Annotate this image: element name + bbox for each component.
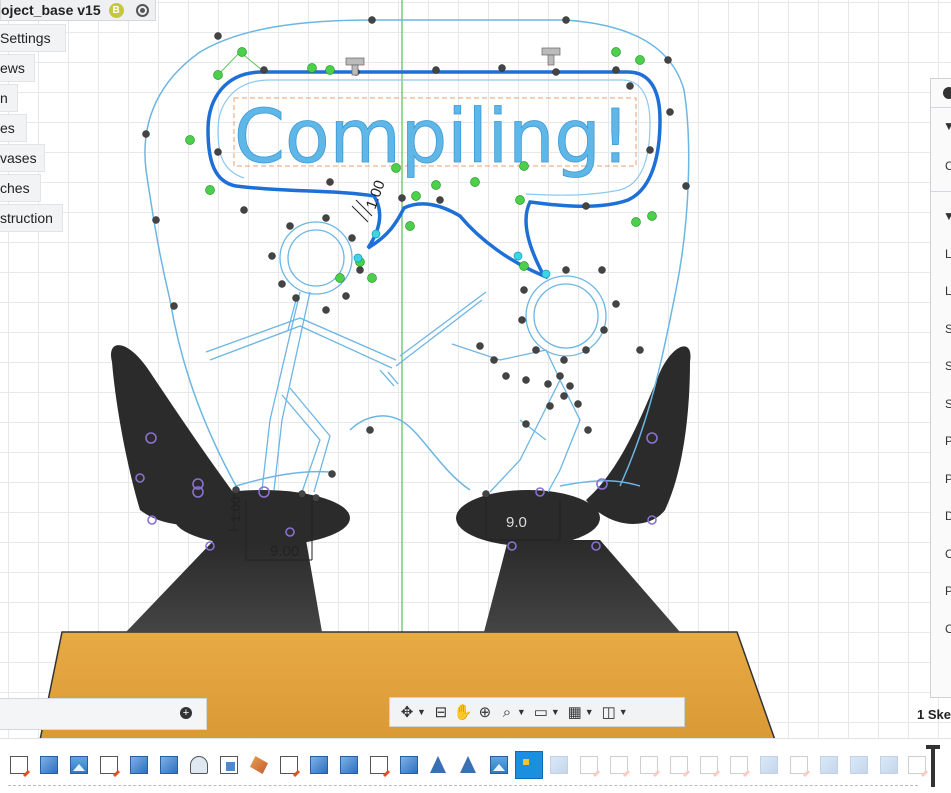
panel-options-icon[interactable] bbox=[943, 87, 951, 99]
browser-node-label: ches bbox=[0, 180, 30, 196]
browser-node-settings[interactable]: Settings bbox=[0, 24, 66, 52]
panel-row[interactable]: P bbox=[945, 584, 951, 598]
timeline-mirror-icon[interactable] bbox=[460, 756, 476, 773]
chevron-down-icon[interactable]: ▼ bbox=[417, 707, 426, 717]
design-canvas[interactable]: 9.00 9.0 1.00 1.00 Compiling! bbox=[0, 0, 951, 792]
panel-row[interactable]: C bbox=[945, 547, 951, 561]
browser-node-origin[interactable]: n bbox=[0, 84, 18, 112]
zoom-icon[interactable]: ⊕ bbox=[474, 701, 496, 723]
timeline-sketch-icon[interactable] bbox=[10, 756, 28, 774]
panel-row[interactable]: D bbox=[945, 509, 951, 523]
dim-left-bottom[interactable]: 9.00 bbox=[270, 543, 299, 560]
timeline-suppressed-icon[interactable] bbox=[640, 756, 658, 774]
browser-node-label: struction bbox=[0, 210, 53, 226]
panel-row[interactable]: S bbox=[945, 322, 951, 336]
timeline-extrude-icon[interactable] bbox=[310, 756, 328, 774]
timeline-extrude-icon[interactable] bbox=[400, 756, 418, 774]
timeline-sketch-icon[interactable] bbox=[370, 756, 388, 774]
timeline-extrude-icon[interactable] bbox=[160, 756, 178, 774]
chevron-down-icon[interactable]: ▼ bbox=[551, 707, 560, 717]
panel-row[interactable]: L bbox=[945, 284, 951, 298]
timeline-suppressed-icon[interactable] bbox=[670, 756, 688, 774]
disc-right[interactable] bbox=[456, 490, 600, 546]
browser-node-canvases[interactable]: vases bbox=[0, 144, 45, 172]
timeline-active-sketch-icon[interactable] bbox=[515, 751, 543, 779]
fit-icon[interactable]: ⌕ bbox=[496, 701, 518, 723]
timeline-suppressed-icon[interactable] bbox=[550, 756, 568, 774]
timeline-shell-icon[interactable] bbox=[190, 756, 208, 774]
panel-row[interactable]: C bbox=[945, 159, 951, 173]
status-badge-icon: B bbox=[108, 2, 124, 18]
timeline-marker[interactable] bbox=[926, 745, 940, 787]
panel-row[interactable]: S bbox=[945, 359, 951, 373]
timeline-canvas-icon[interactable] bbox=[70, 756, 88, 774]
outer-bubble-sketch[interactable] bbox=[144, 19, 690, 491]
timeline-sketch-icon[interactable] bbox=[280, 756, 298, 774]
timeline-canvas-icon[interactable] bbox=[490, 756, 508, 774]
dim-vertical[interactable]: 1.00 bbox=[363, 178, 389, 211]
panel-row[interactable]: S bbox=[945, 397, 951, 411]
browser-node-label: vases bbox=[0, 150, 37, 166]
timeline-extrude-icon[interactable] bbox=[40, 756, 58, 774]
antler-right[interactable] bbox=[586, 346, 691, 524]
timeline-combine-icon[interactable] bbox=[220, 756, 238, 774]
timeline[interactable] bbox=[0, 738, 951, 793]
browser-node-sketches[interactable]: ches bbox=[0, 174, 41, 202]
timeline-suppressed-icon[interactable] bbox=[850, 756, 868, 774]
display-settings-icon[interactable]: ▭ bbox=[530, 701, 552, 723]
browser-node-bodies[interactable]: es bbox=[0, 114, 27, 142]
comments-bar[interactable]: + bbox=[0, 698, 207, 730]
dim-right-bottom[interactable]: 9.0 bbox=[506, 514, 527, 531]
timeline-extrude-icon[interactable] bbox=[130, 756, 148, 774]
look-at-icon[interactable]: ⊟ bbox=[430, 701, 452, 723]
timeline-suppressed-icon[interactable] bbox=[820, 756, 838, 774]
panel-row[interactable]: L bbox=[945, 247, 951, 261]
browser-node-label: ews bbox=[0, 60, 25, 76]
timeline-sketch-icon[interactable] bbox=[100, 756, 118, 774]
panel-row[interactable]: C bbox=[945, 622, 951, 636]
panel-row[interactable]: P bbox=[945, 434, 951, 448]
timeline-suppressed-icon[interactable] bbox=[580, 756, 598, 774]
chevron-down-icon[interactable]: ▼ bbox=[619, 707, 628, 717]
dim-left-side[interactable]: 1.00 bbox=[228, 497, 243, 522]
stand-right[interactable] bbox=[484, 540, 680, 632]
record-icon[interactable] bbox=[135, 3, 149, 17]
timeline-suppressed-icon[interactable] bbox=[760, 756, 778, 774]
timeline-suppressed-icon[interactable] bbox=[700, 756, 718, 774]
browser-node-views[interactable]: ews bbox=[0, 54, 35, 82]
sketch-points-dark[interactable] bbox=[142, 16, 690, 502]
sketch-palette-label: 1 Ske bbox=[917, 707, 951, 722]
document-title: oject_base v15 bbox=[1, 2, 101, 18]
sketch-palette-panel[interactable]: ▼ C ▼ L L S S S P P D C P C bbox=[930, 78, 951, 698]
disc-left[interactable] bbox=[174, 490, 350, 546]
collapse-icon[interactable]: ▼ bbox=[943, 209, 951, 223]
sketch-text-compiling[interactable]: Compiling! bbox=[234, 94, 631, 181]
document-tab[interactable]: oject_base v15 B bbox=[0, 0, 156, 21]
timeline-mirror-icon[interactable] bbox=[430, 756, 446, 773]
pan-hand-icon[interactable]: ✋ bbox=[452, 701, 474, 723]
timeline-extrude-icon[interactable] bbox=[340, 756, 358, 774]
timeline-suppressed-icon[interactable] bbox=[730, 756, 748, 774]
timeline-suppressed-icon[interactable] bbox=[880, 756, 898, 774]
collapse-icon[interactable]: ▼ bbox=[943, 119, 951, 133]
browser-node-label: n bbox=[0, 90, 8, 106]
timeline-suppressed-icon[interactable] bbox=[790, 756, 808, 774]
viewports-icon[interactable]: ◫ bbox=[598, 701, 620, 723]
timeline-appearance-icon[interactable] bbox=[250, 756, 268, 774]
chevron-down-icon[interactable]: ▼ bbox=[585, 707, 594, 717]
orbit-icon[interactable]: ✥ bbox=[396, 701, 418, 723]
timeline-suppressed-icon[interactable] bbox=[908, 756, 926, 774]
navigation-toolbar: ✥ ▼ ⊟ ✋ ⊕ ⌕ ▼ ▭ ▼ ▦ ▼ ◫ ▼ bbox=[389, 697, 685, 727]
browser-node-construction[interactable]: struction bbox=[0, 204, 63, 232]
figure-sketches[interactable] bbox=[205, 221, 607, 493]
timeline-track bbox=[8, 785, 918, 786]
timeline-suppressed-icon[interactable] bbox=[610, 756, 628, 774]
panel-row[interactable]: P bbox=[945, 472, 951, 486]
chevron-down-icon[interactable]: ▼ bbox=[517, 707, 526, 717]
browser-node-label: es bbox=[0, 120, 15, 136]
grid-icon[interactable]: ▦ bbox=[564, 701, 586, 723]
add-comment-icon[interactable]: + bbox=[180, 707, 192, 719]
browser-node-label: Settings bbox=[0, 30, 51, 46]
